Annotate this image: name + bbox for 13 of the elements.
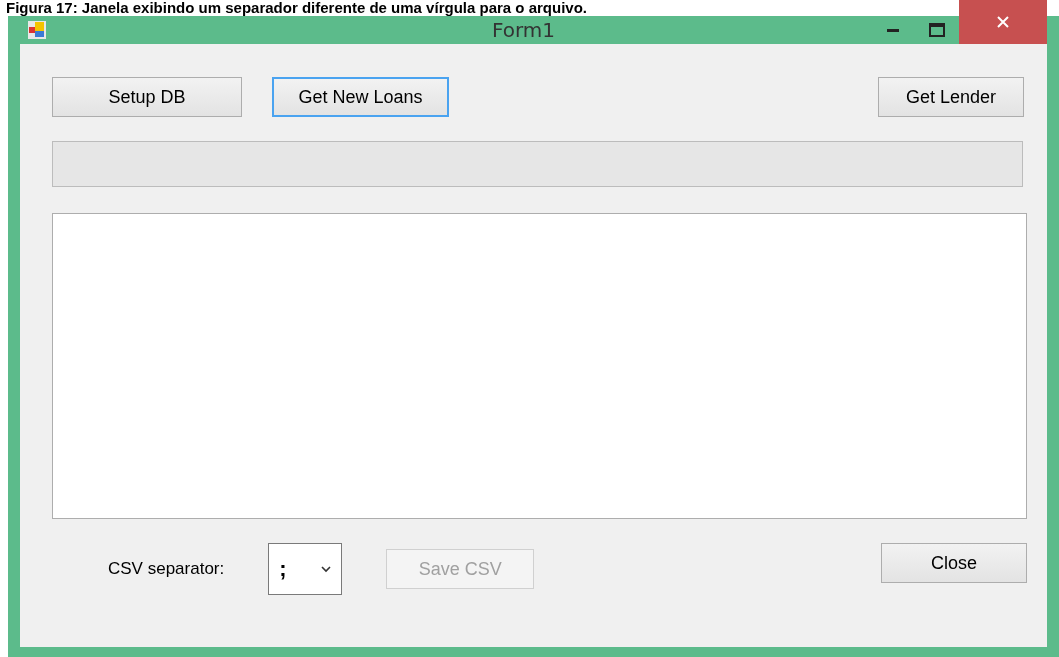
separator-dropdown[interactable]: ; — [268, 543, 343, 595]
window-title: Form1 — [490, 17, 556, 44]
minimize-icon — [887, 28, 899, 32]
close-icon — [996, 15, 1010, 29]
figure-caption: Figura 17: Janela exibindo um separador diferente de uma vírgula para o arquivo. — [5, 0, 588, 16]
form-button[interactable]: Setup DB — [52, 77, 242, 117]
form-button[interactable]: Get Lender — [878, 77, 1024, 117]
separator-label: CSV separator: — [108, 559, 225, 579]
form-button[interactable]: Get New Loans — [272, 77, 449, 117]
app-icon — [28, 21, 46, 39]
chevron-down-icon — [321, 565, 332, 573]
maximize-icon — [929, 23, 945, 37]
close-form-button[interactable]: Close — [881, 543, 1027, 583]
